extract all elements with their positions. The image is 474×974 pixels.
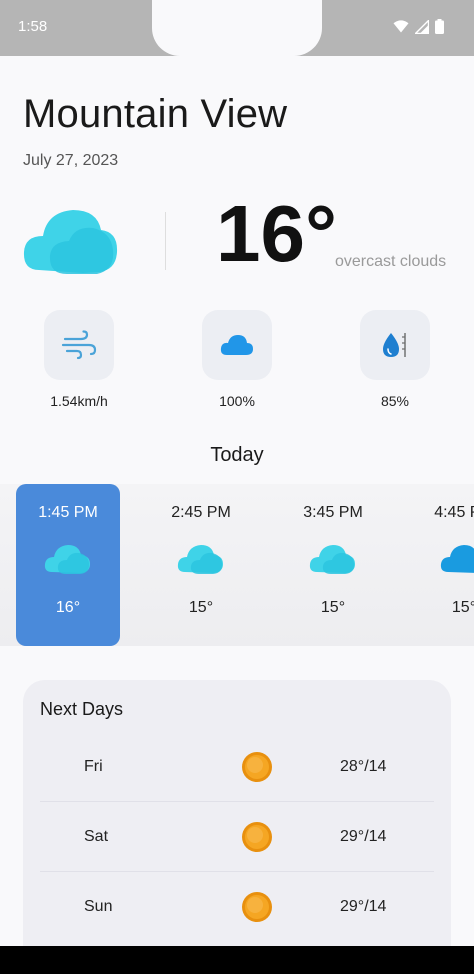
day-row[interactable]: Fri 28°/14	[40, 732, 434, 802]
hour-temperature: 16°	[55, 599, 81, 616]
hour-card[interactable]: 3:45 PM 15°	[281, 484, 385, 646]
hour-time: 2:45 PM	[171, 504, 231, 521]
navigation-bar	[0, 946, 474, 974]
cloud-icon	[23, 200, 119, 283]
hour-card[interactable]: 4:45 PM 15°	[412, 484, 474, 646]
cloud-icon	[44, 545, 90, 574]
day-temperature: 28°/14	[340, 758, 387, 775]
sun-icon	[242, 822, 272, 852]
day-temperature: 29°/14	[340, 828, 387, 845]
hour-time: 4:45 PM	[434, 504, 474, 521]
status-icons	[393, 19, 444, 34]
hour-time: 1:45 PM	[38, 504, 98, 521]
hour-temperature: 15°	[451, 599, 474, 616]
sun-icon	[242, 752, 272, 782]
cloud-icon	[177, 545, 223, 574]
day-temperature: 29°/14	[340, 898, 387, 915]
next-days-title: Next Days	[40, 699, 124, 719]
stat-wind: 1.54km/h	[44, 310, 114, 409]
day-row[interactable]: Sat 29°/14	[40, 802, 434, 872]
cloudiness-tile	[202, 310, 272, 380]
hour-temperature: 15°	[320, 599, 346, 616]
sun-icon	[242, 892, 272, 922]
hour-temperature: 15°	[188, 599, 214, 616]
day-name: Sun	[84, 898, 113, 915]
day-row[interactable]: Sun 29°/14	[40, 872, 434, 942]
city-name: Mountain View	[23, 92, 288, 136]
cloud-icon	[440, 545, 474, 573]
stat-cloudiness: 100%	[202, 310, 272, 409]
hour-card[interactable]: 2:45 PM 15°	[149, 484, 253, 646]
wind-speed: 1.54km/h	[50, 393, 108, 409]
wind-icon	[61, 330, 97, 360]
stat-humidity: 85%	[360, 310, 430, 409]
day-name: Sat	[84, 828, 109, 845]
day-name: Fri	[84, 758, 103, 775]
humidity-icon	[383, 333, 406, 357]
next-days-card: Next Days Fri 28°/14 Sat 29°/14 Sun 29°/…	[23, 680, 451, 970]
divider	[165, 212, 166, 270]
hour-card[interactable]: 1:45 PM 16°	[16, 484, 120, 646]
wind-tile	[44, 310, 114, 380]
humidity-value: 85%	[380, 393, 410, 409]
wifi-icon	[393, 20, 409, 33]
current-temperature: 16°	[216, 189, 337, 278]
current-date: July 27, 2023	[23, 152, 119, 169]
humidity-tile	[360, 310, 430, 380]
hourly-forecast[interactable]: 1:45 PM 16° 2:45 PM 15° 3:45 PM 15° 4:45…	[0, 484, 474, 646]
cloudiness-value: 100%	[219, 393, 255, 409]
status-time: 1:58	[18, 18, 48, 35]
hour-time: 3:45 PM	[303, 504, 363, 521]
camera-notch	[152, 0, 322, 56]
today-title: Today	[210, 444, 264, 466]
cloud-icon	[309, 545, 355, 574]
battery-icon	[435, 19, 444, 34]
cloud-icon	[220, 335, 253, 355]
weather-description: overcast clouds	[335, 253, 447, 270]
signal-icon	[415, 19, 429, 34]
